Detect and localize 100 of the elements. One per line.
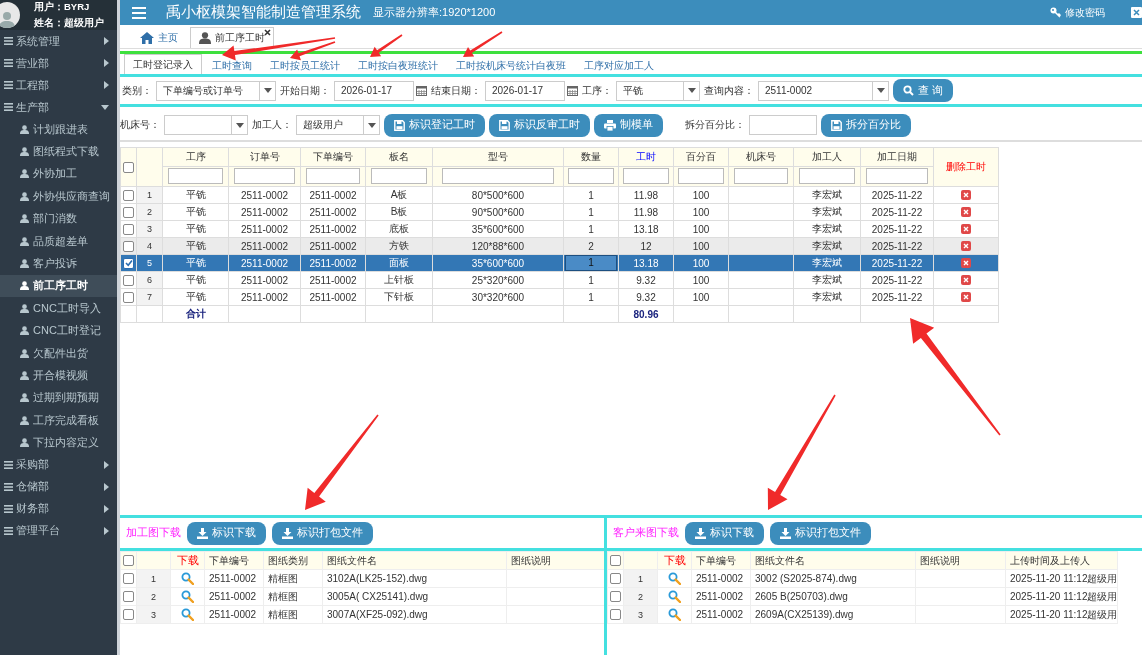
menu-item[interactable]: 采购部 bbox=[0, 453, 117, 476]
submenu-item[interactable]: 外协加工 bbox=[0, 162, 117, 186]
toolbar-button[interactable]: 制模单 bbox=[594, 113, 663, 137]
filter-field[interactable] bbox=[866, 168, 928, 184]
checkbox[interactable] bbox=[123, 609, 134, 621]
search-icon[interactable] bbox=[181, 590, 194, 603]
column-header[interactable]: 百分百 bbox=[673, 147, 729, 167]
checkbox[interactable] bbox=[610, 573, 621, 585]
submenu-item[interactable]: CNC工时登记 bbox=[0, 319, 117, 342]
date-field[interactable]: 2026-01-17 bbox=[334, 80, 414, 101]
delete-icon[interactable] bbox=[961, 224, 971, 234]
search-icon[interactable] bbox=[668, 608, 681, 621]
toolbar-button[interactable]: 标识反审工时 bbox=[489, 113, 590, 137]
filter-field[interactable] bbox=[623, 168, 669, 184]
column-header[interactable]: 加工人 bbox=[793, 147, 861, 167]
sub-tab[interactable]: 工序对应加工人 bbox=[576, 57, 662, 74]
search-icon[interactable] bbox=[181, 608, 194, 621]
menu-item[interactable]: 营业部 bbox=[0, 52, 117, 74]
column-header[interactable]: 图纸文件名 bbox=[322, 551, 507, 570]
delete-icon[interactable] bbox=[961, 190, 971, 200]
column-header[interactable]: 图纸类别 bbox=[263, 551, 323, 570]
submenu-item[interactable]: 工序完成看板 bbox=[0, 409, 117, 432]
column-header[interactable]: 机床号 bbox=[728, 147, 794, 167]
checkbox[interactable] bbox=[610, 609, 621, 621]
filter-field[interactable] bbox=[305, 168, 361, 184]
column-header[interactable]: 工时 bbox=[618, 147, 674, 167]
filter-field[interactable] bbox=[678, 168, 724, 184]
menu-item[interactable]: 工程部 bbox=[0, 74, 117, 96]
checkbox[interactable] bbox=[123, 274, 134, 286]
submenu-item[interactable]: 前工序工时 bbox=[0, 274, 117, 298]
checkbox[interactable] bbox=[610, 555, 621, 567]
search-icon[interactable] bbox=[668, 590, 681, 603]
delete-icon[interactable] bbox=[961, 207, 971, 217]
submenu-item[interactable]: 下拉内容定义 bbox=[0, 431, 117, 454]
column-header[interactable]: 下单编号 bbox=[204, 551, 264, 570]
download-button[interactable]: 标识打包文件 bbox=[272, 521, 373, 545]
page-tab[interactable]: 主页 bbox=[132, 28, 186, 48]
download-button[interactable]: 标识打包文件 bbox=[770, 521, 871, 545]
submenu-item[interactable]: 开合模视频 bbox=[0, 364, 117, 387]
column-header[interactable]: 型号 bbox=[432, 147, 564, 167]
change-password-link[interactable]: 修改密码 bbox=[1050, 5, 1105, 20]
column-header[interactable]: 数量 bbox=[563, 147, 619, 167]
download-button[interactable]: 标识下载 bbox=[187, 521, 266, 545]
sub-tab[interactable]: 工时登记录入 bbox=[124, 54, 202, 74]
submenu-item[interactable]: 计划跟进表 bbox=[0, 118, 117, 141]
input-field[interactable] bbox=[749, 115, 817, 135]
sub-tab[interactable]: 工时查询 bbox=[204, 57, 260, 74]
submenu-item[interactable]: 品质超差单 bbox=[0, 229, 117, 253]
dropdown-field[interactable] bbox=[164, 115, 248, 135]
cell-editor[interactable]: 1 bbox=[565, 255, 617, 271]
dropdown-field[interactable]: 下单编号或订单号 bbox=[156, 80, 276, 101]
filter-field[interactable] bbox=[798, 168, 856, 184]
column-header[interactable]: 订单号 bbox=[228, 147, 301, 167]
checkbox[interactable] bbox=[123, 555, 134, 567]
column-header[interactable]: 上传时间及上传人 bbox=[1005, 551, 1118, 570]
submenu-item[interactable]: 部门消数 bbox=[0, 207, 117, 230]
filter-field[interactable] bbox=[568, 168, 614, 184]
sub-tab[interactable]: 工时按机床号统计白夜班 bbox=[448, 57, 574, 74]
menu-item[interactable]: 财务部 bbox=[0, 497, 117, 520]
menu-item[interactable]: 仓储部 bbox=[0, 475, 117, 498]
column-header[interactable]: 板名 bbox=[365, 147, 433, 167]
search-icon[interactable] bbox=[181, 572, 194, 585]
submenu-item[interactable]: 客户投诉 bbox=[0, 252, 117, 275]
delete-icon[interactable] bbox=[961, 258, 971, 268]
submenu-item[interactable]: 过期到期预期 bbox=[0, 386, 117, 410]
close-icon[interactable] bbox=[264, 29, 271, 36]
calendar-icon[interactable] bbox=[416, 85, 427, 96]
calendar-icon[interactable] bbox=[567, 85, 578, 96]
dropdown-field[interactable]: 平铣 bbox=[616, 80, 700, 101]
filter-field[interactable] bbox=[234, 168, 295, 184]
column-header[interactable]: 下载 bbox=[170, 551, 205, 570]
checkbox[interactable] bbox=[123, 573, 134, 585]
column-header[interactable]: 下载 bbox=[657, 551, 692, 570]
filter-field[interactable] bbox=[441, 168, 555, 184]
submenu-item[interactable]: CNC工时导入 bbox=[0, 297, 117, 320]
page-tab[interactable]: 前工序工时 bbox=[190, 27, 274, 48]
download-button[interactable]: 标识下载 bbox=[685, 521, 764, 545]
toolbar-button[interactable]: 查 询 bbox=[893, 79, 953, 102]
toolbar-button[interactable]: 拆分百分比 bbox=[821, 113, 911, 137]
delete-icon[interactable] bbox=[961, 241, 971, 251]
menu-item[interactable]: 管理平台 bbox=[0, 519, 117, 542]
menu-icon[interactable] bbox=[132, 6, 146, 19]
search-icon[interactable] bbox=[668, 572, 681, 585]
sub-tab[interactable]: 工时按员工统计 bbox=[262, 57, 348, 74]
dropdown-field[interactable]: 2511-0002 bbox=[758, 80, 889, 101]
submenu-item[interactable]: 图纸程式下载 bbox=[0, 140, 117, 163]
checkbox[interactable] bbox=[123, 223, 134, 235]
checkbox[interactable] bbox=[123, 240, 134, 252]
submenu-item[interactable]: 外协供应商查询 bbox=[0, 185, 117, 208]
delete-icon[interactable] bbox=[961, 275, 971, 285]
dropdown-field[interactable]: 超级用户 bbox=[296, 115, 380, 135]
checkbox[interactable] bbox=[123, 591, 134, 603]
menu-item[interactable]: 生产部 bbox=[0, 96, 117, 118]
submenu-item[interactable]: 欠配件出货 bbox=[0, 341, 117, 365]
date-field[interactable]: 2026-01-17 bbox=[485, 80, 565, 101]
filter-field[interactable] bbox=[733, 168, 789, 184]
filter-field[interactable] bbox=[167, 168, 224, 184]
sub-tab[interactable]: 工时按白夜班统计 bbox=[350, 57, 446, 74]
menu-item[interactable]: 系统管理 bbox=[0, 30, 117, 52]
checkbox[interactable] bbox=[123, 206, 134, 218]
